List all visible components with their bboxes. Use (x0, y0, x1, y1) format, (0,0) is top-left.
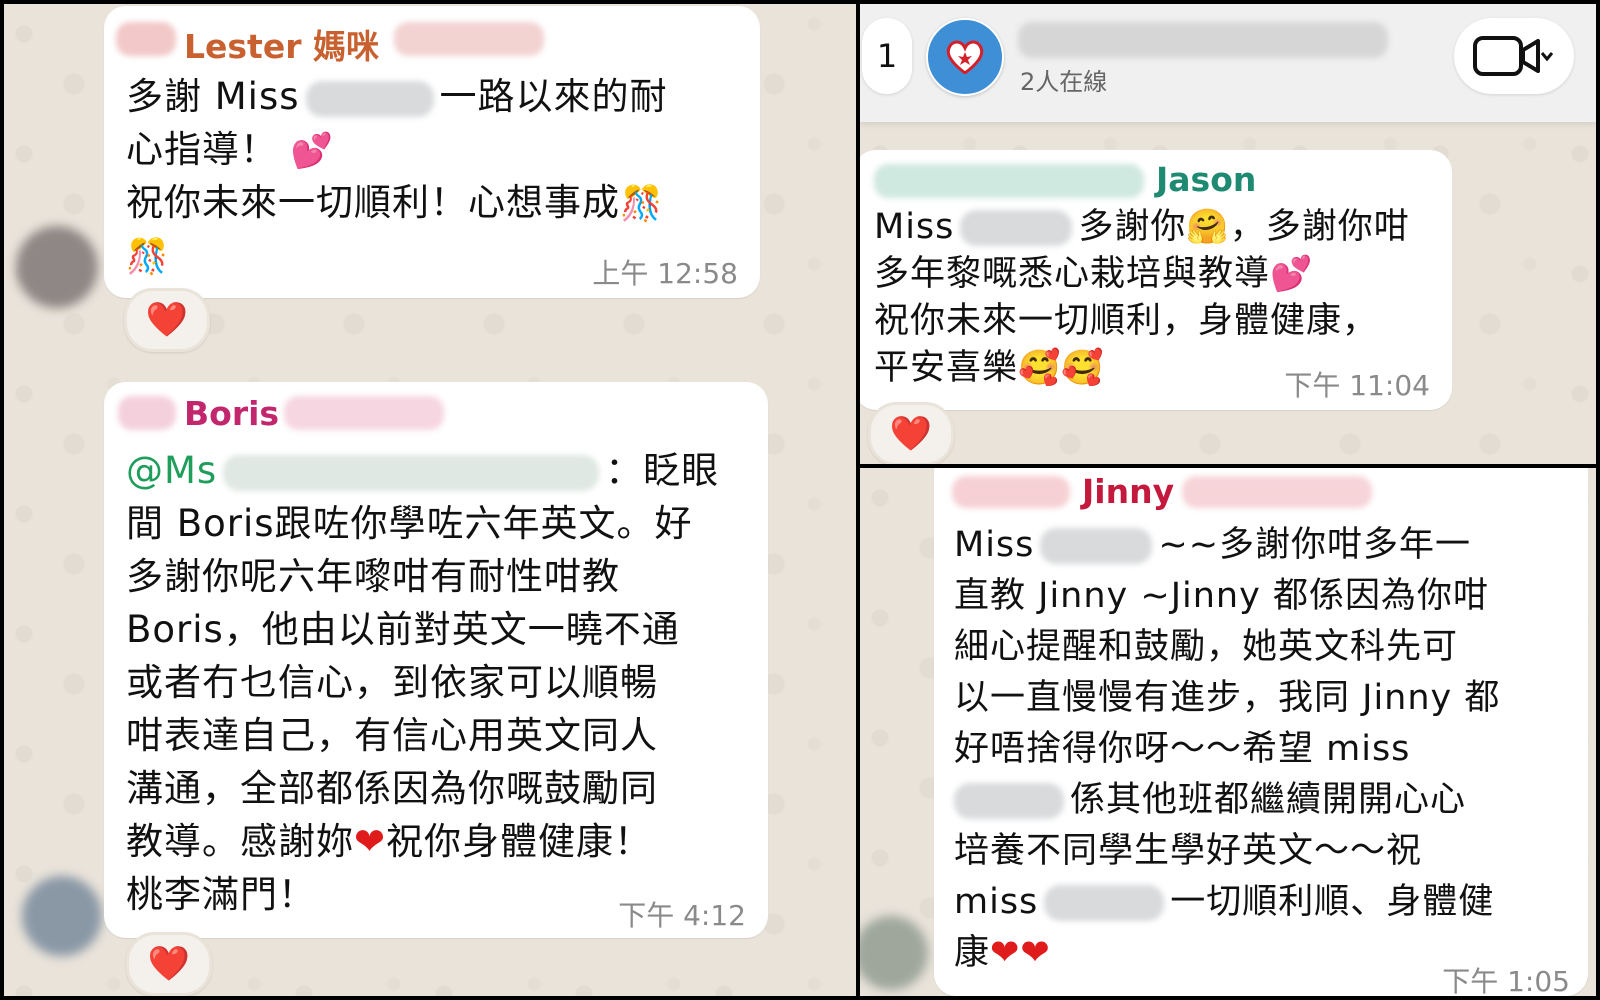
red-heart-emoji: ❤ (354, 820, 387, 863)
message-time: 下午 1:05 (1442, 965, 1570, 996)
redacted-name (960, 210, 1073, 246)
party-popper-emoji: 🎊 (126, 237, 170, 277)
chat-panel-top-right: 1 2人在線 Jason Miss 多謝你🤗，多謝你咁 多年黎嘅悉心栽培與教導💕 … (860, 4, 1596, 464)
online-status: 2人在線 (1020, 68, 1108, 96)
party-popper-emoji: 🎊 (620, 184, 664, 224)
heart-reaction[interactable]: ❤️ (126, 932, 212, 996)
back-button[interactable]: 1 (862, 18, 912, 94)
heart-reaction[interactable]: ❤️ (868, 402, 954, 464)
sender-avatar[interactable] (22, 876, 102, 956)
redacted-name (118, 396, 176, 430)
hugging-face-emoji: 🤗 (1186, 207, 1230, 247)
redacted-group-name (1018, 22, 1388, 58)
chat-panel-left: Lester 媽咪 多謝 Miss 一路以來的耐 心指導！ 💕 祝你未來一切順利！… (4, 4, 856, 996)
chat-panel-bottom-right: Jinny Miss ~~多謝你咁多年一 直教 Jinny ~Jinny 都係因為… (860, 468, 1596, 996)
video-call-button[interactable] (1454, 18, 1574, 94)
message-bubble-boris[interactable]: Boris @Ms ：眨眼 間 Boris跟咗你學咗六年英文。好 多謝你呢六年嚟咁… (104, 382, 768, 938)
message-text: @Ms ：眨眼 間 Boris跟咗你學咗六年英文。好 多謝你呢六年嚟咁有耐性咁教 … (126, 449, 720, 916)
heart-reaction[interactable]: ❤️ (124, 288, 210, 352)
video-camera-icon (1473, 36, 1554, 76)
message-bubble-jason[interactable]: Jason Miss 多謝你🤗，多謝你咁 多年黎嘅悉心栽培與教導💕 祝你未來一切順… (860, 150, 1452, 410)
redacted-name (223, 454, 600, 491)
sender-name[interactable]: Boris (184, 394, 279, 433)
redacted-name (305, 80, 434, 117)
message-text: 多謝 Miss 一路以來的耐 心指導！ 💕 祝你未來一切順利！心想事成🎊 🎊 (126, 75, 668, 277)
message-time: 下午 11:04 (1284, 369, 1430, 402)
message-bubble-lester[interactable]: Lester 媽咪 多謝 Miss 一路以來的耐 心指導！ 💕 祝你未來一切順利！… (104, 6, 760, 298)
message-time: 下午 4:12 (618, 899, 746, 932)
redacted-name (284, 396, 444, 430)
two-hearts-emoji: 💕 (290, 131, 335, 171)
sender-avatar[interactable] (860, 916, 928, 990)
sender-name[interactable]: Jinny (1082, 472, 1174, 511)
mention-tag: @Ms (126, 449, 218, 492)
sender-avatar[interactable] (16, 226, 98, 308)
redacted-name (1182, 476, 1372, 508)
message-text: Miss ~~多謝你咁多年一 直教 Jinny ~Jinny 都係因為你咁 細心提… (954, 525, 1501, 973)
sender-name[interactable]: Lester 媽咪 (184, 20, 379, 68)
redacted-name (116, 22, 176, 56)
message-time: 上午 12:58 (592, 257, 738, 290)
redacted-name (1040, 528, 1153, 564)
red-heart-emoji: ❤❤ (990, 933, 1051, 973)
redacted-name (1044, 885, 1165, 921)
sender-name[interactable]: Jason (1156, 160, 1256, 199)
smiling-hearts-emoji: 🥰🥰 (1018, 348, 1105, 388)
redacted-name (954, 783, 1064, 819)
chat-header: 1 2人在線 (860, 4, 1596, 122)
redacted-name (394, 22, 544, 56)
redacted-name (874, 164, 1144, 198)
two-hearts-emoji: 💕 (1270, 254, 1314, 294)
group-avatar[interactable] (926, 18, 1004, 96)
redacted-name (952, 476, 1070, 508)
message-bubble-jinny[interactable]: Jinny Miss ~~多謝你咁多年一 直教 Jinny ~Jinny 都係因為… (934, 468, 1588, 996)
heart-logo-icon (946, 40, 984, 74)
